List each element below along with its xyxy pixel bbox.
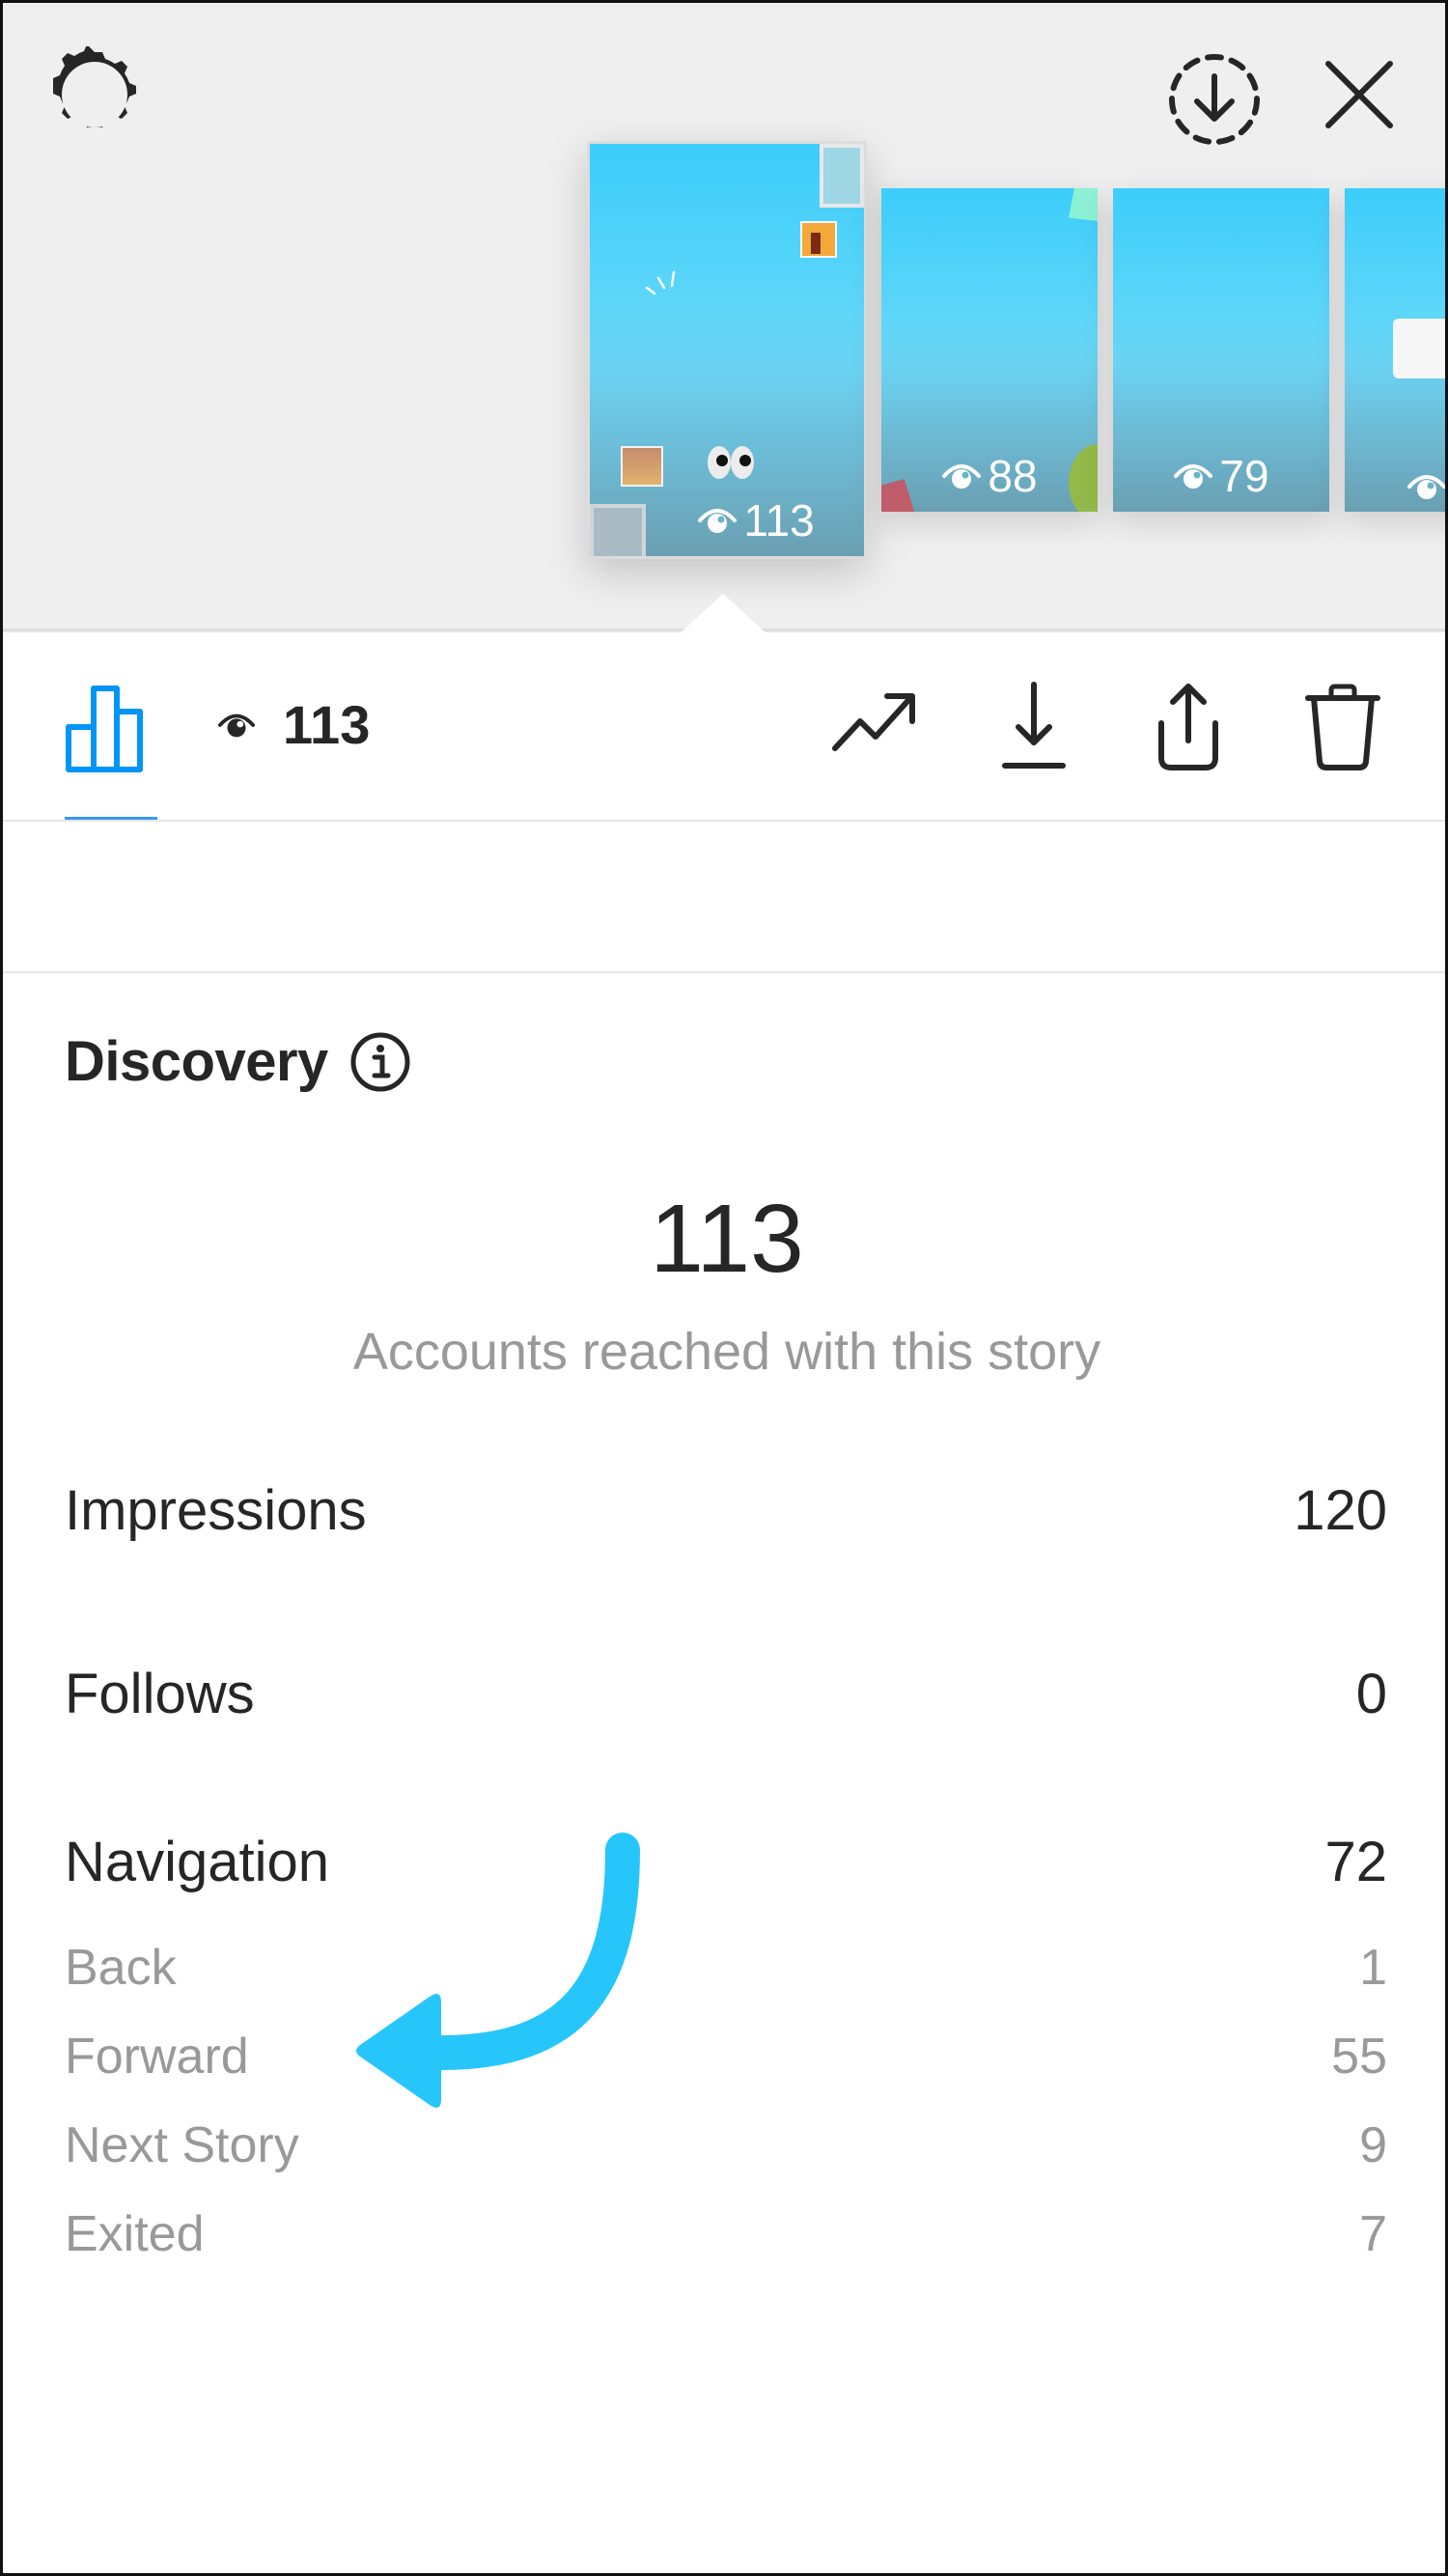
sticker-shape <box>1069 188 1098 221</box>
story-insights-screen: 113 88 79 113 Discovery 113 Accounts rea… <box>0 0 1448 2576</box>
sticker-card <box>1393 319 1445 378</box>
story-thumbnail-selected[interactable]: 113 <box>587 141 867 559</box>
thumbnail-view-count <box>1345 471 1445 502</box>
discovery-header: Discovery <box>65 1029 411 1094</box>
navigation-row-back: Back 1 <box>65 1940 1387 1996</box>
thumbnail-view-count: 113 <box>590 494 864 546</box>
navigation-row-next-story: Next Story 9 <box>65 2117 1387 2173</box>
thumbnail-view-count: 79 <box>1113 450 1329 502</box>
eyes-sticker <box>708 446 754 479</box>
sticker-thumbnail <box>820 144 864 208</box>
navigation-row-exited: Exited 7 <box>65 2206 1387 2262</box>
delete-button[interactable] <box>1295 679 1391 775</box>
close-button[interactable] <box>1311 46 1407 143</box>
selected-story-pointer <box>679 594 767 634</box>
eye-icon <box>217 714 256 737</box>
settings-button[interactable] <box>42 42 148 148</box>
eye-icon <box>698 509 738 533</box>
metric-row-navigation: Navigation 72 <box>65 1831 1387 1893</box>
accounts-reached-value: 113 <box>650 1185 804 1293</box>
trash-icon <box>1305 684 1380 770</box>
sticker-door <box>800 221 837 258</box>
viewers-count[interactable]: 113 <box>217 693 370 756</box>
eye-icon <box>942 464 982 489</box>
story-thumbnail[interactable] <box>1345 188 1445 512</box>
trending-up-icon <box>832 693 915 751</box>
dashed-circle-download-icon <box>1169 54 1260 145</box>
metric-row-follows: Follows 0 <box>65 1663 1387 1725</box>
section-divider <box>3 971 1445 973</box>
close-icon <box>1325 61 1393 128</box>
metric-row-impressions: Impressions 120 <box>65 1479 1387 1542</box>
sparkle-sticker <box>645 270 676 295</box>
download-icon <box>1002 682 1066 769</box>
eye-icon <box>1174 464 1213 489</box>
navigation-row-forward: Forward 55 <box>65 2029 1387 2085</box>
toolbar-divider <box>3 820 1445 822</box>
story-thumbnail[interactable]: 79 <box>1113 188 1329 512</box>
bar-chart-icon <box>66 686 143 772</box>
share-button[interactable] <box>1140 679 1237 775</box>
story-thumbnail[interactable]: 88 <box>881 188 1098 512</box>
accounts-reached: 113 Accounts reached with this story <box>3 1185 1445 1381</box>
section-title: Discovery <box>65 1030 328 1093</box>
info-icon[interactable] <box>349 1031 411 1093</box>
save-story-button[interactable] <box>1161 46 1267 153</box>
download-button[interactable] <box>986 679 1082 775</box>
eye-icon <box>1407 475 1445 499</box>
insights-tab[interactable] <box>65 679 157 775</box>
share-icon <box>1158 684 1218 770</box>
promote-button[interactable] <box>829 679 926 775</box>
thumbnail-view-count: 88 <box>881 450 1098 502</box>
accounts-reached-label: Accounts reached with this story <box>352 1323 1101 1381</box>
sticker-photo <box>621 446 663 487</box>
gear-icon <box>53 46 136 127</box>
